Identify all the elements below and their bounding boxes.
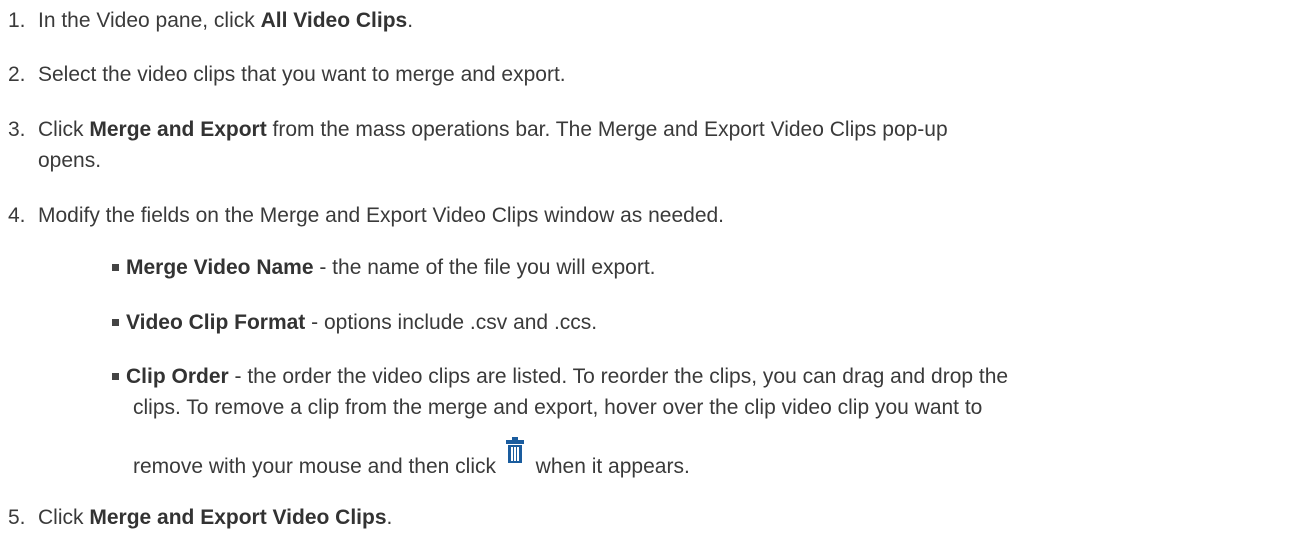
step-text-pre: Click [38,118,90,141]
bullet-merge-video-name: Merge Video Name - the name of the file … [126,251,656,285]
bullet-text: - the order the video clips are listed. … [228,365,1009,388]
step-2: 2. Select the video clips that you want t… [0,58,566,92]
step-text-pre: In the Video pane, click [38,9,261,32]
step-4: 4. Modify the fields on the Merge and Exp… [0,199,724,233]
step-number: 2. [8,63,26,86]
bullet-clip-order: Clip Order - the order the video clips a… [126,360,1008,394]
bullet-clip-order-line-3: remove with your mouse and then click wh… [133,437,690,484]
step-3-continuation: opens. [38,149,102,172]
step-bold-text: All Video Clips [260,9,408,32]
bullet-bold-text: Clip Order [126,365,229,388]
bullet-video-clip-format: Video Clip Format - options include .csv… [126,306,597,340]
step-1: 1. In the Video pane, click All Video Cli… [0,4,413,38]
bullet-marker [112,373,119,380]
trash-icon [505,437,524,463]
bullet-bold-text: Video Clip Format [126,311,306,334]
bullet-text: - options include .csv and .ccs. [305,311,598,334]
step-text-post: from the mass operations bar. The Merge … [266,118,948,141]
step-text: Modify the fields on the Merge and Expor… [38,204,725,227]
instructions-document: 1. In the Video pane, click All Video Cli… [0,0,1296,543]
step-bold-text: Merge and Export Video Clips [89,506,387,529]
step-number: 5. [8,506,26,529]
bullet-clip-order-line-2: clips. To remove a clip from the merge a… [133,396,983,419]
step-text-post: . [407,9,414,32]
step-3: 3. Click Merge and Export from the mass o… [0,113,948,147]
bullet-text-post: when it appears. [529,455,690,478]
bullet-marker [112,264,119,271]
step-text-pre: Click [38,506,90,529]
step-number: 4. [8,204,26,227]
step-number: 1. [8,9,26,32]
step-text: Select the video clips that you want to … [38,63,566,86]
step-number: 3. [8,118,26,141]
step-bold-text: Merge and Export [89,118,267,141]
step-5: 5. Click Merge and Export Video Clips. [0,501,392,535]
bullet-text: - the name of the file you will export. [313,256,656,279]
bullet-bold-text: Merge Video Name [126,256,314,279]
bullet-marker [112,319,119,326]
step-text-post: . [386,506,393,529]
bullet-text-pre: remove with your mouse and then click [133,455,502,478]
